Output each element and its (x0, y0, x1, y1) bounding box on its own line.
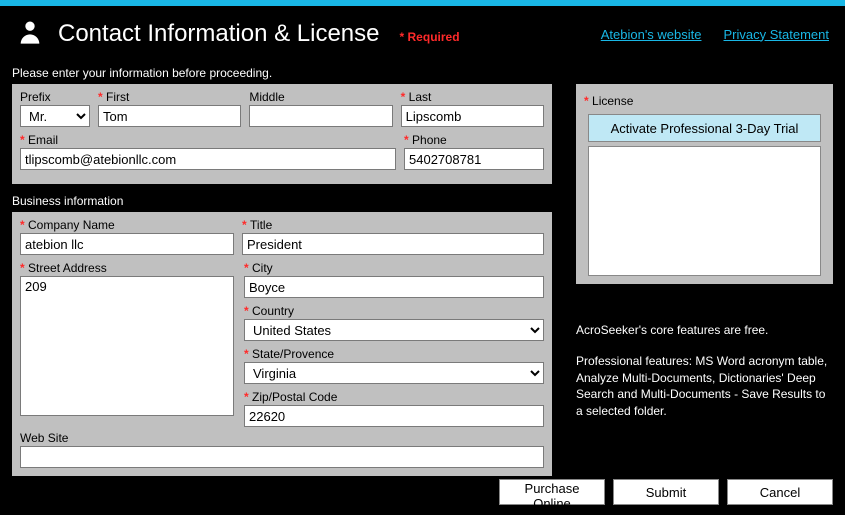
header: Contact Information & License * Required… (0, 6, 845, 54)
last-label: Last (401, 90, 544, 104)
state-select[interactable]: Virginia (244, 362, 544, 384)
feature-blurb: AcroSeeker's core features are free. Pro… (576, 322, 833, 434)
website-input[interactable] (20, 446, 544, 468)
first-label: First (98, 90, 241, 104)
page-title: Contact Information & License (58, 20, 380, 48)
link-website[interactable]: Atebion's website (601, 27, 702, 42)
license-panel: License Activate Professional 3-Day Tria… (576, 84, 833, 284)
prefix-label: Prefix (20, 90, 90, 104)
title-label: Title (242, 218, 544, 232)
personal-panel: Prefix Mr. First Middle Last Em (12, 84, 552, 184)
cancel-button[interactable]: Cancel (727, 479, 833, 505)
submit-button[interactable]: Submit (613, 479, 719, 505)
email-input[interactable] (20, 148, 396, 170)
city-input[interactable] (244, 276, 544, 298)
business-section-label: Business information (12, 194, 552, 208)
purchase-button[interactable]: Purchase Online (499, 479, 605, 505)
instruction-text: Please enter your information before pro… (0, 54, 845, 84)
country-label: Country (244, 304, 544, 318)
state-label: State/Provence (244, 347, 544, 361)
street-input[interactable]: 209 (20, 276, 234, 416)
blurb-line-1: AcroSeeker's core features are free. (576, 322, 833, 339)
title-input[interactable] (242, 233, 544, 255)
country-select[interactable]: United States (244, 319, 544, 341)
activate-trial-button[interactable]: Activate Professional 3-Day Trial (588, 114, 821, 142)
city-label: City (244, 261, 544, 275)
phone-input[interactable] (404, 148, 544, 170)
prefix-select[interactable]: Mr. (20, 105, 90, 127)
last-input[interactable] (401, 105, 544, 127)
email-label: Email (20, 133, 396, 147)
company-input[interactable] (20, 233, 234, 255)
zip-label: Zip/Postal Code (244, 390, 544, 404)
middle-label: Middle (249, 90, 392, 104)
website-label: Web Site (20, 431, 544, 445)
street-label: Street Address (20, 261, 234, 275)
required-note: * Required (400, 30, 460, 44)
phone-label: Phone (404, 133, 544, 147)
middle-input[interactable] (249, 105, 392, 127)
header-links: Atebion's website Privacy Statement (601, 27, 829, 42)
blurb-line-2: Professional features: MS Word acronym t… (576, 353, 833, 420)
first-input[interactable] (98, 105, 241, 127)
zip-input[interactable] (244, 405, 544, 427)
business-panel: Company Name Title Street Address 209 (12, 212, 552, 476)
link-privacy[interactable]: Privacy Statement (724, 27, 830, 42)
person-icon (16, 18, 44, 51)
company-label: Company Name (20, 218, 234, 232)
license-label: License (584, 94, 633, 108)
footer-buttons: Purchase Online Submit Cancel (499, 479, 833, 505)
license-text-area[interactable] (588, 146, 821, 276)
